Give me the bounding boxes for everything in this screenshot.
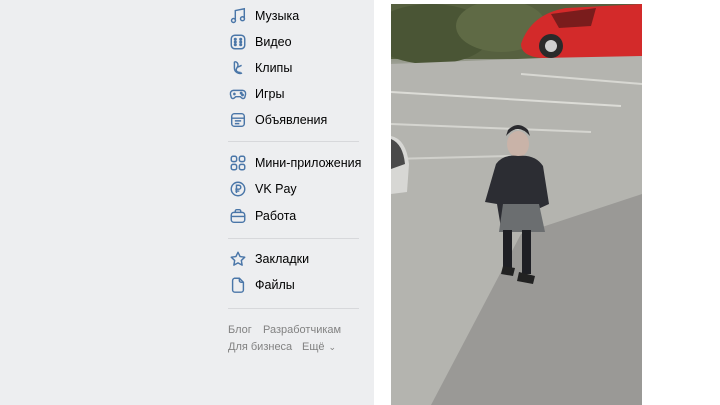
music-icon [228,6,248,26]
sidebar-item-video[interactable]: Видео [228,30,363,54]
clips-icon [228,58,248,78]
apps-grid-icon [228,153,248,173]
sidebar-item-bookmarks[interactable]: Закладки [228,247,363,271]
briefcase-icon [228,206,248,226]
sidebar-item-label: VK Pay [255,182,297,196]
sidebar-item-label: Музыка [255,9,300,23]
footer-more-button[interactable]: Ещё ⌄ [302,341,336,353]
sidebar-item-games[interactable]: Игры [228,82,363,106]
sidebar-item-vk-pay[interactable]: VK Pay [228,177,363,201]
sidebar-item-label: Файлы [255,278,295,292]
sidebar-divider [228,238,359,239]
sidebar-item-label: Клипы [255,61,293,75]
left-sidebar: Музыка Видео Клипы Игры Объявления Мини-… [0,0,374,405]
sidebar-item-label: Работа [255,209,297,223]
sidebar-item-mini-apps[interactable]: Мини-приложения [228,151,363,175]
gamepad-icon [228,84,248,104]
classifieds-icon [228,110,248,130]
footer-link-blog[interactable]: Блог [228,324,252,336]
sidebar-item-label: Видео [255,35,292,49]
vkpay-icon [228,179,248,199]
sidebar-item-label: Объявления [255,113,328,127]
sidebar-item-files[interactable]: Файлы [228,273,363,297]
sidebar-item-jobs[interactable]: Работа [228,204,363,228]
sidebar-item-label: Игры [255,87,285,101]
sidebar-divider [228,141,359,142]
chevron-down-icon: ⌄ [328,342,337,352]
file-icon [228,275,248,295]
sidebar-item-label: Мини-приложения [255,156,362,170]
post-photo[interactable] [391,4,642,405]
sidebar-divider [228,308,359,309]
sidebar-item-classifieds[interactable]: Объявления [228,108,363,132]
video-icon [228,32,248,52]
footer-link-developers[interactable]: Разработчикам [263,324,341,336]
footer-more-label: Ещё [302,341,325,353]
star-icon [228,249,248,269]
sidebar-item-clips[interactable]: Клипы [228,56,363,80]
photo-scene [391,4,642,405]
sidebar-item-label: Закладки [255,252,310,266]
footer-link-business[interactable]: Для бизнеса [228,341,292,353]
sidebar-item-music[interactable]: Музыка [228,4,363,28]
